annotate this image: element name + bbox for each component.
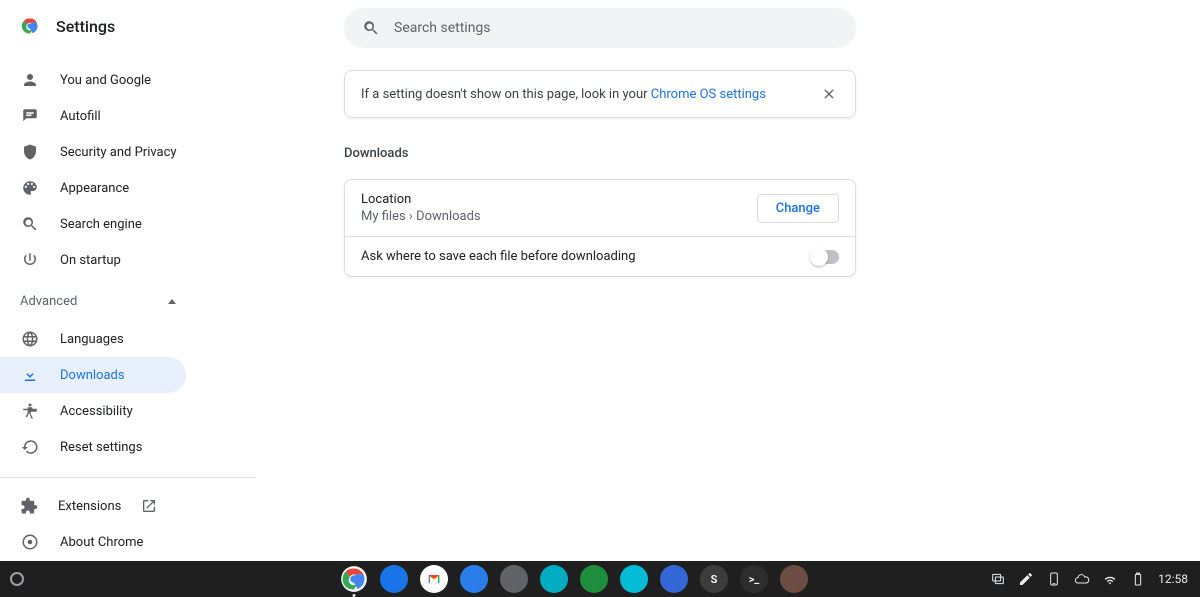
sidebar-header: Settings bbox=[0, 10, 256, 60]
main-content: If a setting doesn't show on this page, … bbox=[256, 0, 1200, 561]
sidebar-advanced-toggle[interactable]: Advanced bbox=[0, 280, 256, 319]
sidebar-item-security[interactable]: Security and Privacy bbox=[0, 134, 186, 170]
accessibility-icon bbox=[20, 401, 40, 421]
tray-wifi-icon[interactable] bbox=[1102, 571, 1118, 587]
sidebar-item-about[interactable]: About Chrome bbox=[0, 524, 186, 560]
you-google-icon bbox=[20, 70, 40, 90]
sidebar-divider bbox=[0, 477, 256, 478]
chevron-up-icon bbox=[168, 299, 176, 304]
sidebar-item-extensions[interactable]: Extensions bbox=[0, 488, 186, 524]
ask-row: Ask where to save each file before downl… bbox=[345, 236, 855, 276]
sidebar-item-accessibility[interactable]: Accessibility bbox=[0, 393, 186, 429]
shelf-app-app-e[interactable] bbox=[660, 565, 688, 593]
sidebar-item-label: Autofill bbox=[60, 109, 101, 124]
external-link-icon bbox=[141, 498, 157, 514]
shelf-app-terminal[interactable]: >_ bbox=[740, 565, 768, 593]
languages-icon bbox=[20, 329, 40, 349]
extensions-icon bbox=[20, 496, 38, 516]
sidebar-item-label: You and Google bbox=[60, 73, 151, 88]
sidebar-item-label: Languages bbox=[60, 332, 124, 347]
sidebar-item-label: Downloads bbox=[60, 368, 125, 383]
shelf-app-chrome[interactable] bbox=[340, 565, 368, 593]
shelf-app-gmail[interactable] bbox=[420, 565, 448, 593]
reset-icon bbox=[20, 437, 40, 457]
sidebar-advanced-label: Advanced bbox=[20, 294, 77, 309]
location-path: My files › Downloads bbox=[361, 209, 481, 224]
search-icon bbox=[362, 19, 380, 37]
section-title: Downloads bbox=[344, 146, 1200, 161]
sidebar-item-label: On startup bbox=[60, 253, 121, 268]
location-label: Location bbox=[361, 192, 481, 207]
search-engine-icon bbox=[20, 214, 40, 234]
sidebar-item-label: Extensions bbox=[58, 499, 121, 514]
sidebar-item-autofill[interactable]: Autofill bbox=[0, 98, 186, 134]
on-startup-icon bbox=[20, 250, 40, 270]
ask-toggle[interactable] bbox=[811, 250, 839, 264]
sidebar-item-label: Search engine bbox=[60, 217, 142, 232]
sidebar-item-downloads[interactable]: Downloads bbox=[0, 357, 186, 393]
os-settings-banner: If a setting doesn't show on this page, … bbox=[344, 70, 856, 118]
autofill-icon bbox=[20, 106, 40, 126]
shelf-app-sublime[interactable]: S bbox=[700, 565, 728, 593]
sidebar-item-appearance[interactable]: Appearance bbox=[0, 170, 186, 206]
sidebar-item-label: About Chrome bbox=[60, 535, 143, 550]
tray-cloud-icon[interactable] bbox=[1074, 571, 1090, 587]
sidebar: Settings You and Google Autofill Security … bbox=[0, 0, 256, 561]
shelf-app-calendar[interactable] bbox=[460, 565, 488, 593]
tray-overview-icon[interactable] bbox=[990, 571, 1006, 587]
close-icon[interactable] bbox=[819, 84, 839, 104]
page-title: Settings bbox=[56, 17, 115, 36]
sidebar-item-on-startup[interactable]: On startup bbox=[0, 242, 186, 278]
sidebar-item-reset[interactable]: Reset settings bbox=[0, 429, 186, 465]
change-button[interactable]: Change bbox=[757, 194, 839, 223]
tray-phone-icon[interactable] bbox=[1046, 571, 1062, 587]
chrome-logo-icon bbox=[20, 16, 40, 36]
sidebar-item-label: Security and Privacy bbox=[60, 145, 177, 160]
tray-battery-icon[interactable] bbox=[1130, 571, 1146, 587]
sidebar-item-label: Accessibility bbox=[60, 404, 133, 419]
sidebar-item-languages[interactable]: Languages bbox=[0, 321, 186, 357]
downloads-icon bbox=[20, 365, 40, 385]
launcher-button[interactable] bbox=[10, 572, 24, 586]
banner-text: If a setting doesn't show on this page, … bbox=[361, 87, 766, 102]
shelf-app-app-b[interactable] bbox=[540, 565, 568, 593]
clock[interactable]: 12:58 bbox=[1158, 572, 1188, 586]
shelf-app-messages[interactable] bbox=[380, 565, 408, 593]
sidebar-item-label: Appearance bbox=[60, 181, 129, 196]
system-tray[interactable]: 12:58 bbox=[990, 571, 1200, 587]
shelf-app-app-a[interactable] bbox=[500, 565, 528, 593]
sidebar-item-label: Reset settings bbox=[60, 440, 142, 455]
downloads-card: Location My files › Downloads Change Ask… bbox=[344, 179, 856, 277]
shelf-app-app-f[interactable] bbox=[780, 565, 808, 593]
location-row: Location My files › Downloads Change bbox=[345, 180, 855, 236]
shelf-app-app-d[interactable] bbox=[620, 565, 648, 593]
shelf-app-app-c[interactable] bbox=[580, 565, 608, 593]
appearance-icon bbox=[20, 178, 40, 198]
sidebar-item-you-google[interactable]: You and Google bbox=[0, 62, 186, 98]
search-input[interactable] bbox=[394, 20, 838, 36]
search-box[interactable] bbox=[344, 8, 856, 48]
tray-pen-icon[interactable] bbox=[1018, 571, 1034, 587]
sidebar-item-search-engine[interactable]: Search engine bbox=[0, 206, 186, 242]
ask-label: Ask where to save each file before downl… bbox=[361, 249, 636, 264]
chrome-os-settings-link[interactable]: Chrome OS settings bbox=[651, 87, 766, 102]
shelf: S >_ 12:58 bbox=[0, 561, 1200, 597]
security-icon bbox=[20, 142, 40, 162]
about-icon bbox=[20, 532, 40, 552]
